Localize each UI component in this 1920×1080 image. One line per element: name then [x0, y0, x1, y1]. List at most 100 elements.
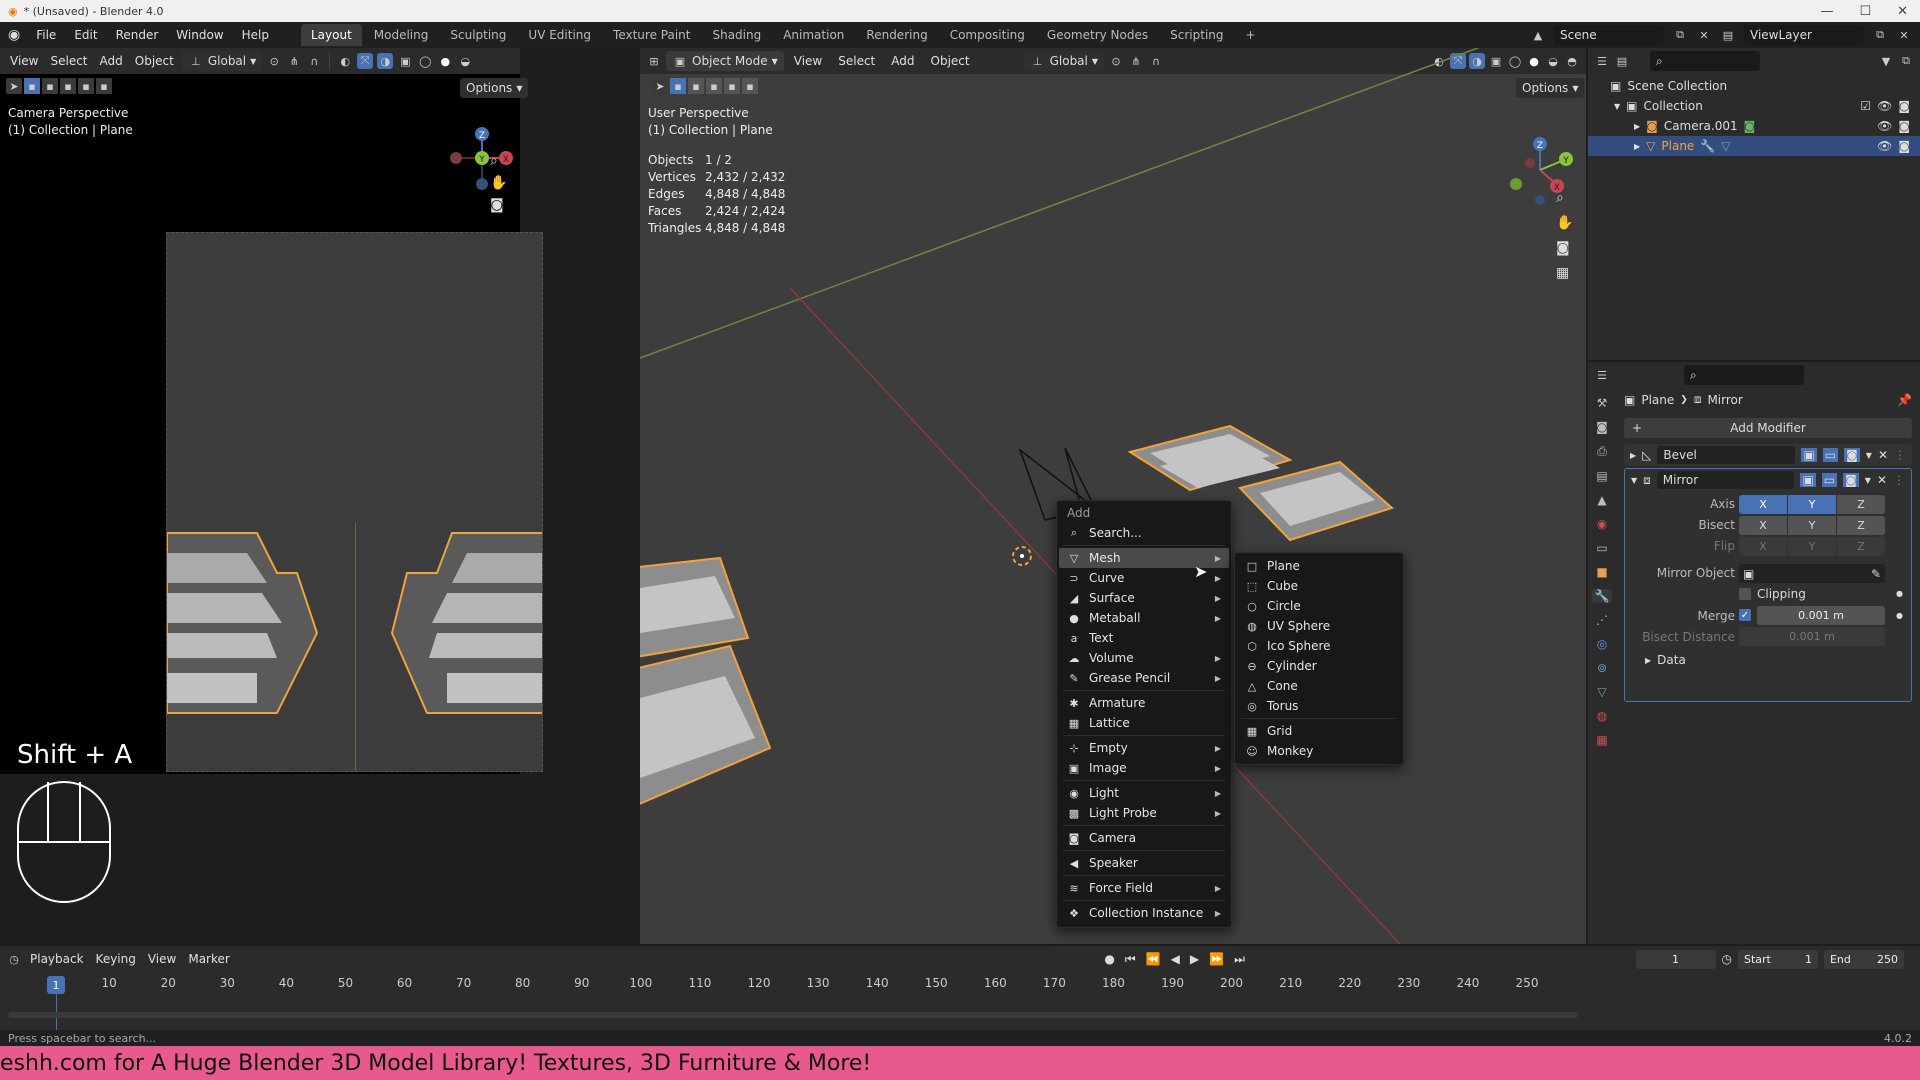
modifier-tab-icon[interactable]: 🔧 — [1591, 589, 1613, 603]
outliner-row-plane[interactable]: ▶ ▽ Plane 🔧 ▽ 👁 ◙ — [1588, 136, 1920, 156]
editmode-toggle-icon[interactable]: ▣ — [1800, 473, 1816, 487]
physics-tab-icon[interactable]: ◎ — [1597, 637, 1607, 651]
menu-view[interactable]: View — [6, 52, 42, 70]
outliner-row-camera[interactable]: ▶ ◙ Camera.001 ◙ 👁 ◙ — [1588, 116, 1920, 136]
timeline-ruler[interactable]: 10 20 30 40 50 60 70 80 90 100 110 120 130 140 150 160 1… — [0, 976, 1580, 996]
play-icon[interactable]: ▶ — [1190, 952, 1199, 966]
merge-checkbox[interactable]: ✓ — [1739, 609, 1751, 621]
add-menu-item-metaball[interactable]: ● Metaball ▶ — [1059, 608, 1229, 628]
timeline-scrollbar[interactable] — [8, 1012, 1578, 1018]
scene-tab-icon[interactable]: ▲ — [1597, 493, 1606, 507]
properties-search-input[interactable]: ⌕ — [1684, 365, 1804, 385]
add-menu-item-light[interactable]: ◉ Light ▶ — [1059, 783, 1229, 803]
pin-icon[interactable]: 📌 — [1897, 393, 1912, 407]
select-invert-icon[interactable]: ▪ — [78, 78, 94, 94]
scene-collection-row[interactable]: ▣ Scene Collection — [1588, 76, 1920, 96]
collection-row[interactable]: ▼ ▣ Collection ☑ 👁 ◙ — [1588, 96, 1920, 116]
editmode-toggle-icon[interactable]: ▣ — [1801, 448, 1817, 462]
add-menu-item-lattice[interactable]: ▦ Lattice — [1059, 713, 1229, 733]
play-reverse-icon[interactable]: ◀ — [1171, 952, 1180, 966]
editor-type-icon[interactable]: ☰ — [1594, 53, 1610, 69]
camera-render-icon[interactable]: ◙ — [1898, 99, 1910, 113]
display-mode-icon[interactable]: ▤ — [1614, 53, 1630, 69]
add-menu-item-image[interactable]: ▣ Image ▶ — [1059, 758, 1229, 778]
add-menu-item-volume[interactable]: ☁ Volume ▶ — [1059, 648, 1229, 668]
axis-z-toggle[interactable]: Z — [1837, 495, 1885, 514]
tab-rendering[interactable]: Rendering — [856, 24, 937, 46]
menu-object[interactable]: Object — [131, 52, 178, 70]
drag-handle-icon[interactable]: ⋮ — [1894, 448, 1906, 462]
add-menu-search[interactable]: ⌕ Search... — [1059, 523, 1229, 543]
mesh-item-cone[interactable]: △ Cone — [1237, 676, 1401, 696]
visibility-icon[interactable]: ◐ — [337, 53, 353, 69]
gizmo-toggle-icon[interactable]: ⤧ — [357, 53, 374, 69]
jump-start-icon[interactable]: ⏮ — [1125, 952, 1136, 967]
texture-tab-icon[interactable]: ▦ — [1596, 733, 1607, 747]
menu-select[interactable]: Select — [46, 52, 91, 70]
data-tab-icon[interactable]: ▽ — [1597, 685, 1606, 699]
mirror-object-field[interactable]: ▣ ✎ — [1739, 564, 1885, 583]
mesh-item-circle[interactable]: ○ Circle — [1237, 596, 1401, 616]
bisect-y-toggle[interactable]: Y — [1788, 516, 1836, 535]
axis-x-toggle[interactable]: X — [1739, 495, 1787, 514]
add-menu-item-collection-instance[interactable]: ❖ Collection Instance ▶ — [1059, 903, 1229, 923]
menu-marker[interactable]: Marker — [184, 950, 233, 968]
checkbox-icon[interactable]: ☑ — [1860, 99, 1871, 113]
tool-tab-icon[interactable]: ⚒ — [1597, 396, 1608, 410]
xray-icon[interactable]: ▣ — [397, 53, 413, 69]
camera-view-icon[interactable]: ◙ — [490, 197, 507, 213]
editor-type-icon[interactable]: ◷ — [6, 951, 22, 967]
pivot-icon[interactable]: ⊙ — [266, 53, 282, 69]
tab-geometry-nodes[interactable]: Geometry Nodes — [1037, 24, 1158, 46]
select-new-icon[interactable]: ▪ — [24, 78, 40, 94]
scene-selector[interactable]: Scene — [1554, 25, 1664, 45]
tab-shading[interactable]: Shading — [702, 24, 771, 46]
mesh-item-plane[interactable]: □ Plane — [1237, 556, 1401, 576]
clipping-checkbox[interactable] — [1739, 588, 1751, 600]
chevron-right-icon[interactable]: ▶ — [1630, 451, 1636, 460]
material-shading-icon[interactable]: ◒ — [457, 53, 473, 69]
chevron-down-icon[interactable]: ▼ — [1866, 451, 1872, 460]
add-modifier-button[interactable]: + Add Modifier — [1624, 418, 1912, 438]
mirror-name-field[interactable]: Mirror — [1656, 471, 1795, 489]
new-scene-icon[interactable]: ⧉ — [1672, 27, 1688, 43]
viewport-toggle-icon[interactable]: ▭ — [1822, 448, 1839, 462]
clock-icon[interactable]: ◷ — [1722, 952, 1732, 966]
menu-render[interactable]: Render — [108, 25, 167, 45]
blender-menu-icon[interactable]: ◉ — [8, 27, 20, 43]
view-layer-selector[interactable]: ViewLayer — [1744, 25, 1864, 45]
remove-view-layer-icon[interactable]: ✕ — [1896, 27, 1912, 43]
eye-icon[interactable]: 👁 — [1877, 139, 1892, 153]
menu-keying[interactable]: Keying — [92, 950, 140, 968]
jump-key-back-icon[interactable]: ⏪ — [1146, 952, 1161, 966]
add-menu-item-empty[interactable]: ⊹ Empty ▶ — [1059, 738, 1229, 758]
menu-edit[interactable]: Edit — [66, 25, 105, 45]
outliner-search-input[interactable]: ⌕ — [1650, 51, 1760, 71]
tab-compositing[interactable]: Compositing — [940, 24, 1035, 46]
start-frame-field[interactable]: Start 1 — [1737, 949, 1818, 969]
add-menu-item-armature[interactable]: ✱ Armature — [1059, 693, 1229, 713]
zoom-icon[interactable]: ⌕ — [1556, 190, 1573, 206]
constraints-tab-icon[interactable]: ⊚ — [1597, 661, 1607, 675]
maximize-icon[interactable]: ☐ — [1859, 4, 1871, 19]
eyedropper-icon[interactable]: ✎ — [1871, 567, 1881, 581]
select-extend-icon[interactable]: ▪ — [42, 78, 58, 94]
chevron-down-icon[interactable]: ▼ — [1631, 476, 1637, 485]
tab-modeling[interactable]: Modeling — [364, 24, 439, 46]
select-intersect-icon[interactable]: ▪ — [96, 78, 112, 94]
add-menu-item-text[interactable]: a Text — [1059, 628, 1229, 648]
eye-icon[interactable]: 👁 — [1877, 119, 1892, 133]
end-frame-field[interactable]: End 250 — [1823, 949, 1904, 969]
overlay-toggle-icon[interactable]: ◑ — [377, 53, 394, 69]
transform-orientation-dropdown[interactable]: ⊥ Global ▼ — [181, 51, 263, 71]
add-menu-item-light-probe[interactable]: ▩ Light Probe ▶ — [1059, 803, 1229, 823]
zoom-icon[interactable]: ⌕ — [490, 153, 507, 169]
merge-distance-field[interactable]: 0.001 m — [1757, 606, 1885, 625]
keyframe-dot-icon[interactable]: ● — [1896, 611, 1903, 620]
mesh-item-grid[interactable]: ▦ Grid — [1237, 721, 1401, 741]
view-layer-tab-icon[interactable]: ▤ — [1596, 469, 1607, 483]
new-collection-icon[interactable]: ⧉ — [1898, 53, 1914, 69]
wireframe-shading-icon[interactable]: ◯ — [417, 53, 433, 69]
mesh-item-uv-sphere[interactable]: ◍ UV Sphere — [1237, 616, 1401, 636]
menu-window[interactable]: Window — [168, 25, 231, 45]
